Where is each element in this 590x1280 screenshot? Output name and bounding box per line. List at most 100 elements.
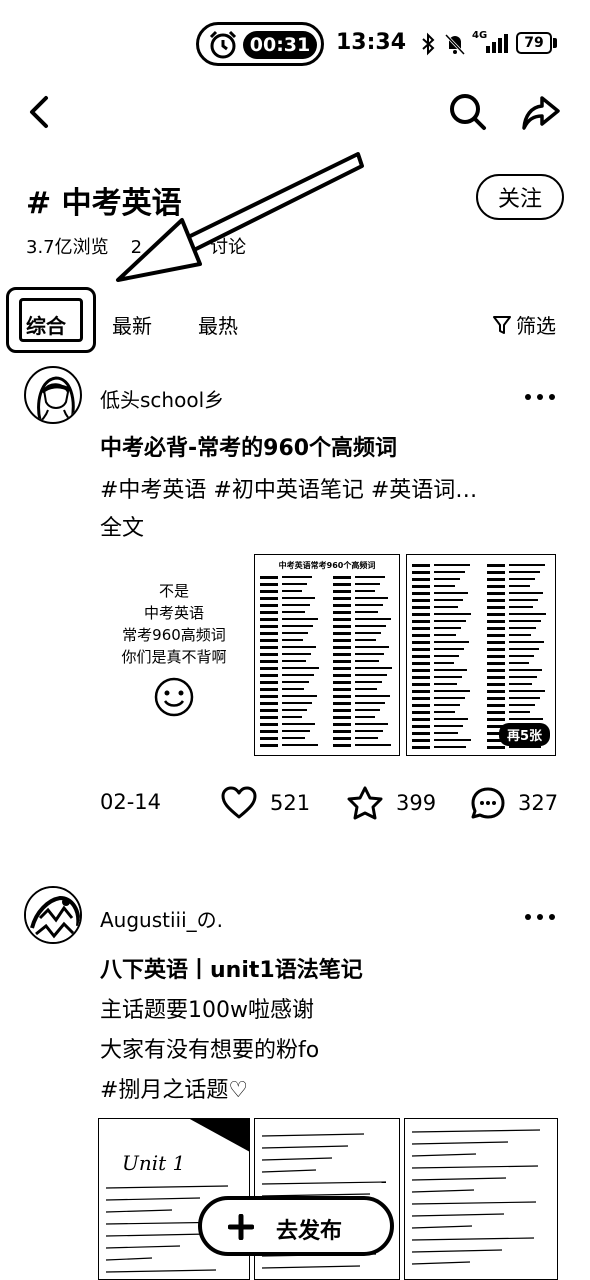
doc-line	[260, 667, 278, 670]
doc-line	[355, 702, 385, 704]
doc-line	[333, 597, 351, 600]
follow-button[interactable]: 关注	[476, 174, 564, 220]
like-button[interactable]: 521	[220, 786, 310, 820]
doc-line	[260, 730, 278, 733]
tab-comprehensive[interactable]: 综合	[26, 310, 66, 339]
search-icon[interactable]	[448, 92, 488, 132]
avatar[interactable]	[24, 886, 82, 944]
back-arrow-icon[interactable]	[26, 92, 54, 132]
signal-icon	[486, 34, 508, 53]
doc-line	[487, 578, 505, 581]
doc-line	[509, 578, 535, 580]
post-author[interactable]: Augustiii_の.	[100, 904, 223, 933]
tab-hottest[interactable]: 最热	[198, 310, 238, 339]
doc-line	[333, 625, 351, 628]
doc-line	[487, 585, 505, 588]
publish-button[interactable]: 去发布	[198, 1196, 394, 1256]
read-full-link[interactable]: 全文	[100, 510, 144, 542]
doc-line	[509, 655, 534, 657]
doc-line	[412, 704, 430, 707]
doc-line	[412, 606, 430, 609]
post-text-line[interactable]: 大家有没有想要的粉fo	[100, 1032, 319, 1064]
doc-line	[355, 730, 383, 732]
doc-line	[282, 695, 317, 697]
doc-line	[333, 604, 351, 607]
doc-line	[333, 660, 351, 663]
doc-line	[282, 597, 315, 599]
doc-line	[412, 564, 430, 567]
avatar[interactable]	[24, 366, 82, 424]
doc-line	[434, 676, 462, 678]
post-image-word-list-1[interactable]: 中考英语常考960个高频词	[254, 554, 400, 756]
post-cover-text[interactable]: 不是 中考英语 常考960高频词 你们是真不背啊	[100, 554, 248, 756]
doc-line	[487, 592, 505, 595]
doc-line	[487, 676, 505, 679]
comment-button[interactable]: 327	[470, 786, 558, 820]
doc-line	[355, 674, 387, 676]
doc-line	[282, 723, 315, 725]
doc-line	[412, 592, 430, 595]
doc-line	[509, 711, 530, 713]
doc-line	[355, 646, 389, 648]
status-clock: 13:34	[336, 30, 407, 55]
doc-line	[355, 660, 379, 662]
doc-line	[333, 737, 351, 740]
doc-line	[509, 620, 541, 622]
doc-line	[333, 590, 351, 593]
comment-count: 327	[518, 791, 559, 815]
doc-line	[487, 620, 505, 623]
post-image-notes-3[interactable]	[404, 1118, 558, 1280]
doc-line	[282, 709, 307, 711]
doc-line	[333, 730, 351, 733]
post-title[interactable]: 八下英语丨unit1语法笔记	[100, 952, 363, 984]
document-thumbnail: 中考英语常考960个高频词	[254, 554, 400, 756]
doc-line	[412, 648, 430, 651]
doc-line	[509, 613, 546, 615]
doc-line	[282, 667, 319, 669]
doc-line	[412, 627, 430, 630]
tab-latest[interactable]: 最新	[112, 310, 152, 339]
view-count: 3.7亿浏览	[26, 237, 109, 258]
post-hashtags[interactable]: #捌月之话题♡	[100, 1072, 248, 1104]
post-hashtags[interactable]: #中考英语 #初中英语笔记 #英语词…	[100, 472, 550, 504]
doc-line	[355, 590, 375, 592]
favorite-button[interactable]: 399	[346, 786, 436, 820]
doc-line	[509, 669, 542, 671]
post-author[interactable]: 低头school乡	[100, 384, 224, 413]
doc-line	[509, 606, 533, 608]
doc-line	[487, 704, 505, 707]
doc-line	[260, 618, 278, 621]
doc-line	[509, 662, 529, 664]
more-options-icon[interactable]	[524, 392, 556, 402]
doc-line	[333, 709, 351, 712]
post-title[interactable]: 中考必背-常考的960个高频词	[100, 430, 397, 462]
doc-line	[412, 746, 430, 749]
more-options-icon[interactable]	[524, 912, 556, 922]
doc-line	[412, 732, 430, 735]
doc-line	[509, 599, 538, 601]
doc-line	[282, 702, 312, 704]
screen-recording-pill[interactable]: 00:31	[196, 22, 324, 66]
filter-button[interactable]: 筛选	[492, 310, 556, 339]
doc-line	[434, 683, 457, 685]
doc-line	[333, 583, 351, 586]
doc-line	[412, 711, 430, 714]
doc-line	[487, 655, 505, 658]
doc-line	[412, 697, 430, 700]
post-stats: 02-14 521 399 327	[0, 786, 590, 820]
share-icon[interactable]	[520, 92, 562, 132]
doc-line	[355, 744, 391, 746]
doc-line	[509, 697, 540, 699]
recording-timer: 00:31	[243, 31, 317, 59]
doc-line	[412, 620, 430, 623]
post-text-line[interactable]: 主话题要100w啦感谢	[100, 992, 314, 1024]
doc-line	[355, 604, 383, 606]
doc-line	[412, 613, 430, 616]
doc-line	[282, 674, 314, 676]
doc-line	[434, 655, 459, 657]
post-image-word-list-2[interactable]: 再5张	[406, 554, 556, 756]
doc-line	[333, 632, 351, 635]
doc-line	[355, 576, 385, 578]
doc-line	[260, 639, 278, 642]
doc-line	[260, 688, 278, 691]
